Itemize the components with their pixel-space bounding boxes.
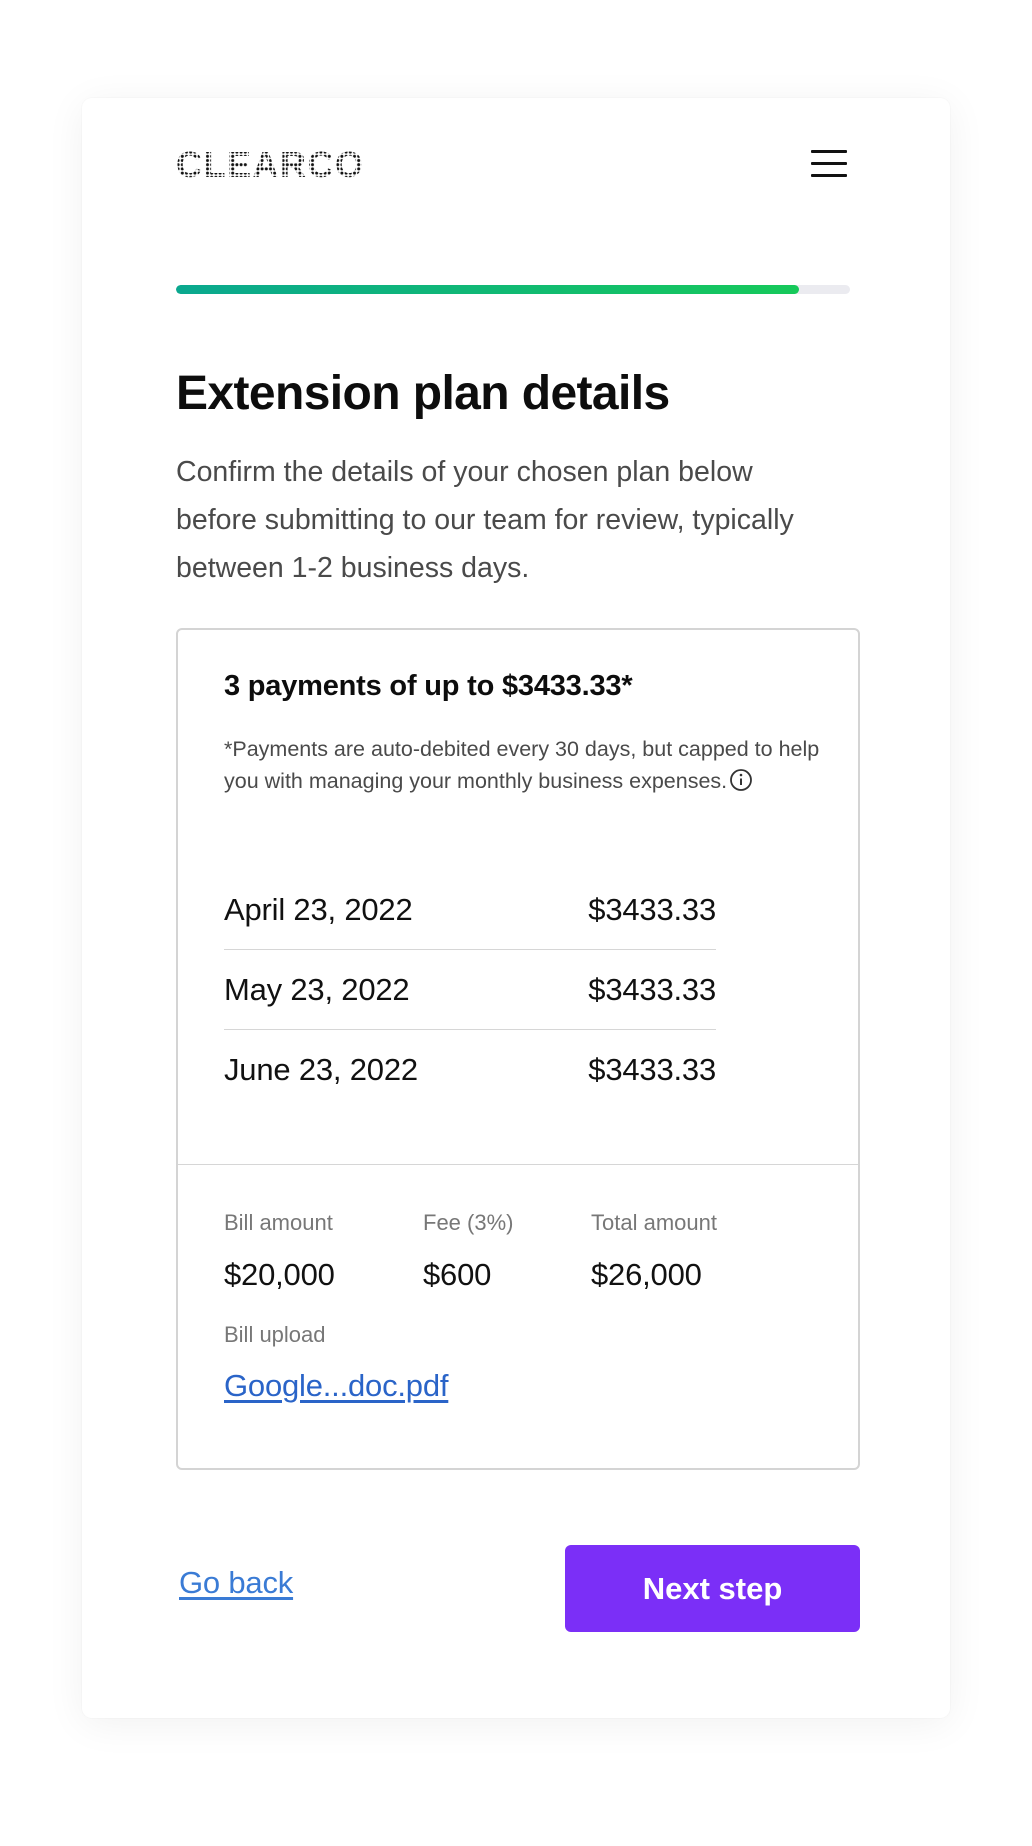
section-divider	[178, 1164, 858, 1165]
page-title: Extension plan details	[176, 367, 670, 420]
plan-card: CLEARCO Extension plan details Confirm t…	[82, 98, 950, 1718]
plan-note: *Payments are auto-debited every 30 days…	[224, 733, 824, 797]
info-icon[interactable]	[729, 768, 753, 792]
total-amount-value: $26,000	[591, 1257, 702, 1292]
bill-amount-label: Bill amount	[224, 1210, 333, 1235]
fee-summary: Fee (3%) $600	[423, 1210, 513, 1292]
payment-row: June 23, 2022 $3433.33	[224, 1030, 716, 1109]
payment-amount: $3433.33	[588, 1051, 716, 1087]
payment-amount: $3433.33	[588, 971, 716, 1007]
bill-upload-file-link[interactable]: Google...doc.pdf	[224, 1368, 448, 1404]
total-amount-summary: Total amount $26,000	[591, 1210, 717, 1292]
bill-upload-label: Bill upload	[224, 1322, 326, 1347]
plan-heading: 3 payments of up to $3433.33*	[224, 670, 633, 702]
payment-date: April 23, 2022	[224, 891, 413, 927]
progress-bar	[176, 285, 850, 294]
progress-bar-fill	[176, 285, 800, 294]
svg-text:CLEARCO: CLEARCO	[176, 150, 365, 180]
payment-row: May 23, 2022 $3433.33	[224, 950, 716, 1030]
payment-amount: $3433.33	[588, 891, 716, 927]
payment-date: June 23, 2022	[224, 1051, 418, 1087]
plan-details-box: 3 payments of up to $3433.33* *Payments …	[176, 628, 860, 1470]
payment-schedule: April 23, 2022 $3433.33 May 23, 2022 $34…	[224, 870, 716, 1109]
page-subtitle: Confirm the details of your chosen plan …	[176, 456, 794, 584]
clearco-logo: CLEARCO	[176, 150, 365, 180]
go-back-link[interactable]: Go back	[179, 1565, 293, 1601]
fee-label: Fee (3%)	[423, 1210, 514, 1235]
hamburger-menu-icon[interactable]	[809, 150, 849, 188]
fee-value: $600	[423, 1257, 492, 1292]
total-amount-label: Total amount	[591, 1210, 717, 1235]
payment-date: May 23, 2022	[224, 971, 410, 1007]
next-step-button[interactable]: Next step	[565, 1545, 860, 1632]
bill-amount-summary: Bill amount $20,000	[224, 1210, 335, 1292]
bill-amount-value: $20,000	[224, 1257, 335, 1292]
payment-row: April 23, 2022 $3433.33	[224, 870, 716, 950]
